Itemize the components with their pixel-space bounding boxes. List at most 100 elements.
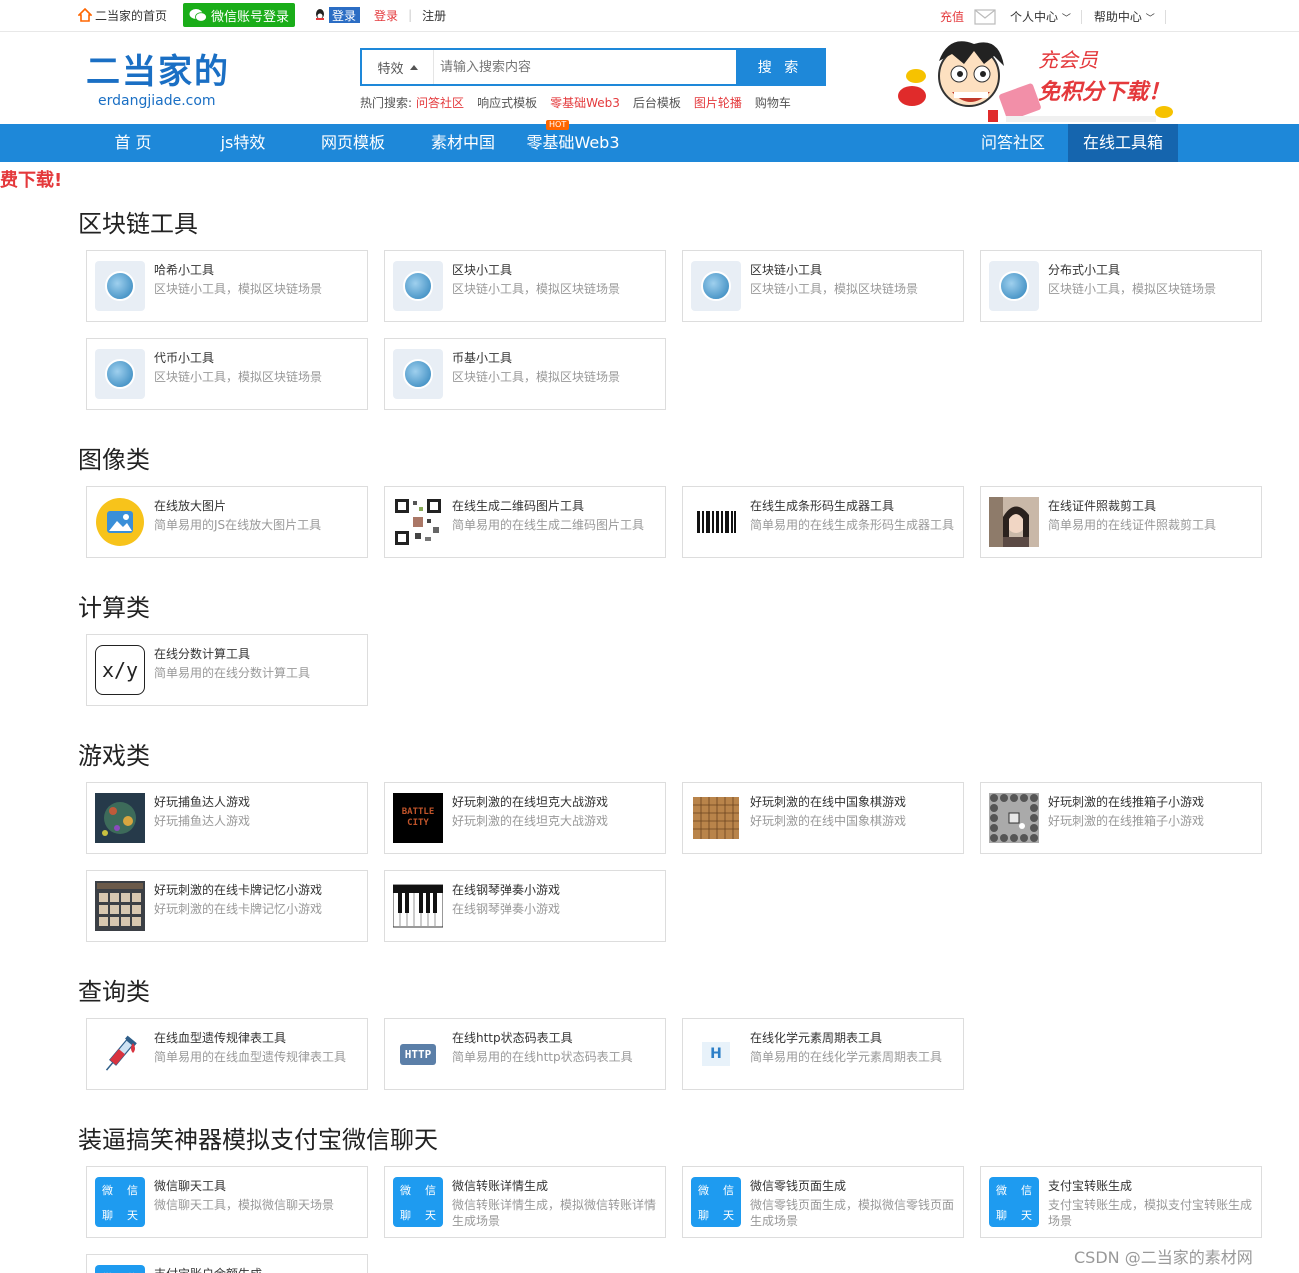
- blockchain-globe-icon: [393, 261, 443, 311]
- tool-card-title: 好玩捕鱼达人游戏: [154, 795, 251, 809]
- search-input[interactable]: [434, 50, 736, 84]
- tool-card[interactable]: 微信聊天支付宝转账生成 支付宝转账生成，模拟支付宝转账生成场景: [980, 1166, 1262, 1238]
- tool-card[interactable]: 好玩捕鱼达人游戏 好玩捕鱼达人游戏: [86, 782, 368, 854]
- promo-line-1: 充会员: [1038, 48, 1098, 72]
- chevron-down-icon: ﹀: [1061, 14, 1071, 24]
- nav-js-effects[interactable]: js特效: [188, 124, 298, 162]
- fraction-icon-label: x/y: [101, 658, 139, 682]
- home-link[interactable]: 二当家的首页: [78, 7, 167, 24]
- section-title: 区块链工具: [78, 210, 198, 238]
- tool-card-description: 简单易用的在线http状态码表工具: [452, 1050, 633, 1064]
- image-zoom-icon: [95, 497, 145, 547]
- hot-badge: HOT: [546, 120, 570, 130]
- tool-card[interactable]: 代币小工具 区块链小工具，模拟区块链场景: [86, 338, 368, 410]
- tool-card-title: 代币小工具: [154, 351, 215, 365]
- piano-icon: [392, 881, 444, 931]
- tool-card-description: 微信聊天工具，模拟微信聊天场景: [154, 1198, 335, 1212]
- blockchain-globe-icon: [95, 349, 145, 399]
- tool-card[interactable]: 微信聊天微信聊天工具 微信聊天工具，模拟微信聊天场景: [86, 1166, 368, 1238]
- nav-web-templates[interactable]: 网页模板: [298, 124, 408, 162]
- wechat-icon: [189, 9, 207, 22]
- user-center-menu[interactable]: 个人中心 ﹀: [1010, 8, 1071, 25]
- hot-search-item[interactable]: 购物车: [755, 94, 791, 111]
- tool-card[interactable]: 微信聊天微信转账详情生成 微信转账详情生成，模拟微信转账详情生成场景: [384, 1166, 666, 1238]
- hot-search-item[interactable]: 响应式模板: [477, 94, 537, 111]
- hot-search-item[interactable]: 后台模板: [633, 94, 681, 111]
- search-button[interactable]: 搜 索: [736, 50, 824, 84]
- section-title: 计算类: [78, 594, 150, 622]
- tool-card[interactable]: 在线证件照裁剪工具简单易用的在线证件照裁剪工具: [980, 486, 1262, 558]
- tool-card[interactable]: 在线生成二维码图片工具 简单易用的在线生成二维码图片工具: [384, 486, 666, 558]
- nav-home[interactable]: 首 页: [78, 124, 188, 162]
- fishing-game-icon: [95, 793, 145, 843]
- tool-card[interactable]: 币基小工具 区块链小工具，模拟区块链场景: [384, 338, 666, 410]
- tool-card-title: 好玩刺激的在线推箱子小游戏: [1048, 795, 1205, 809]
- tool-card[interactable]: 在线生成条形码生成器工具简单易用的在线生成条形码生成器工具: [682, 486, 964, 558]
- tool-card[interactable]: 区块链小工具 区块链小工具，模拟区块链场景: [682, 250, 964, 322]
- tool-card[interactable]: 好玩刺激的在线中国象棋游戏 好玩刺激的在线中国象棋游戏: [682, 782, 964, 854]
- hot-search-item[interactable]: 问答社区: [416, 94, 464, 111]
- tool-card-title: 在线证件照裁剪工具: [1048, 499, 1157, 513]
- promo-line-2: 免积分下载！: [1038, 80, 1171, 105]
- nav-online-tools[interactable]: 在线工具箱: [1068, 124, 1178, 162]
- search-bar: 特效 搜 索: [360, 48, 826, 86]
- tool-card[interactable]: HTTP 在线http状态码表工具 简单易用的在线http状态码表工具: [384, 1018, 666, 1090]
- blood-syringe-icon: [95, 1029, 145, 1079]
- user-center-label: 个人中心: [1010, 10, 1059, 24]
- tool-card-description: 好玩刺激的在线推箱子小游戏: [1048, 814, 1205, 828]
- tool-card-title: 哈希小工具: [154, 263, 215, 277]
- wechat-chat-icon-char: 天: [425, 1208, 436, 1222]
- fraction-icon: x/y: [95, 645, 145, 695]
- search-type-select[interactable]: 特效: [362, 50, 434, 84]
- tool-card-title: 微信聊天工具: [154, 1179, 227, 1193]
- wechat-chat-icon: 微信聊天: [989, 1177, 1039, 1227]
- chinese-chess-icon: [691, 793, 741, 843]
- wechat-chat-icon-char: 微: [698, 1183, 709, 1197]
- qq-icon: [311, 7, 330, 23]
- tool-card[interactable]: 好玩刺激的在线卡牌记忆小游戏 好玩刺激的在线卡牌记忆小游戏: [86, 870, 368, 942]
- tool-card-description: 简单易用的在线生成条形码生成器工具: [750, 518, 955, 532]
- login-link[interactable]: 登录: [374, 7, 398, 24]
- http-icon: HTTP: [393, 1029, 443, 1079]
- nav-web3[interactable]: 零基础Web3 HOT: [518, 120, 628, 162]
- tool-card[interactable]: H 在线化学元素周期表工具 简单易用的在线化学元素周期表工具: [682, 1018, 964, 1090]
- hot-search-label: 热门搜索:: [360, 96, 413, 110]
- site-header: 二当家的 erdangjiade.com 特效 搜 索 热门搜索: 问答社区响应…: [0, 32, 1299, 124]
- tool-card[interactable]: 分布式小工具 区块链小工具，模拟区块链场景: [980, 250, 1262, 322]
- tool-card[interactable]: BATTLE CITY 好玩刺激的在线坦克大战游戏 好玩刺激的在线坦克大战游戏: [384, 782, 666, 854]
- wechat-chat-icon-char: 天: [723, 1208, 734, 1222]
- triangle-up-icon: [409, 64, 418, 70]
- tool-card[interactable]: 在线放大图片 简单易用的JS在线放大图片工具: [86, 486, 368, 558]
- site-logo[interactable]: 二当家的: [86, 44, 230, 93]
- tool-card[interactable]: 微信聊天支付宝账户余额生成: [86, 1254, 368, 1273]
- nav-qa-community[interactable]: 问答社区: [958, 124, 1068, 162]
- wechat-login-button[interactable]: 微信账号登录: [183, 3, 296, 27]
- tool-card-description: 简单易用的在线分数计算工具: [154, 666, 311, 680]
- blockchain-globe-icon: [691, 261, 741, 311]
- battle-city-icon: BATTLE CITY: [393, 793, 443, 843]
- wechat-chat-icon-char: 信: [127, 1270, 138, 1273]
- tool-card[interactable]: 哈希小工具 区块链小工具，模拟区块链场景: [86, 250, 368, 322]
- tool-card[interactable]: 区块小工具 区块链小工具，模拟区块链场景: [384, 250, 666, 322]
- recharge-link[interactable]: 充值: [940, 8, 964, 25]
- tool-card-description: 好玩捕鱼达人游戏: [154, 814, 251, 828]
- tool-card[interactable]: 在线血型遗传规律表工具 简单易用的在线血型遗传规律表工具: [86, 1018, 368, 1090]
- tool-card-description: 好玩刺激的在线中国象棋游戏: [750, 814, 907, 828]
- section-title: 图像类: [78, 446, 150, 474]
- tool-card[interactable]: 在线钢琴弹奏小游戏 在线钢琴弹奏小游戏: [384, 870, 666, 942]
- qq-login-button[interactable]: 登录: [311, 7, 361, 23]
- help-center-menu[interactable]: 帮助中心 ﹀: [1094, 8, 1155, 25]
- tool-card-title: 区块小工具: [452, 263, 513, 277]
- tool-card-description: 简单易用的在线证件照裁剪工具: [1048, 518, 1217, 532]
- tool-card[interactable]: 好玩刺激的在线推箱子小游戏 好玩刺激的在线推箱子小游戏: [980, 782, 1262, 854]
- nav-material-china[interactable]: 素材中国: [408, 124, 518, 162]
- hot-search-item[interactable]: 零基础Web3: [550, 94, 620, 111]
- tool-card-description: 区块链小工具，模拟区块链场景: [750, 282, 919, 296]
- mail-icon[interactable]: [974, 8, 996, 25]
- tool-card-title: 在线生成条形码生成器工具: [750, 499, 895, 513]
- tool-card[interactable]: x/y 在线分数计算工具 简单易用的在线分数计算工具: [86, 634, 368, 706]
- register-link[interactable]: 注册: [422, 7, 446, 24]
- tool-card[interactable]: 微信聊天微信零钱页面生成 微信零钱页面生成，模拟微信零钱页面生成场景: [682, 1166, 964, 1238]
- search-type-label: 特效: [377, 61, 404, 77]
- hot-search-item[interactable]: 图片轮播: [694, 94, 742, 111]
